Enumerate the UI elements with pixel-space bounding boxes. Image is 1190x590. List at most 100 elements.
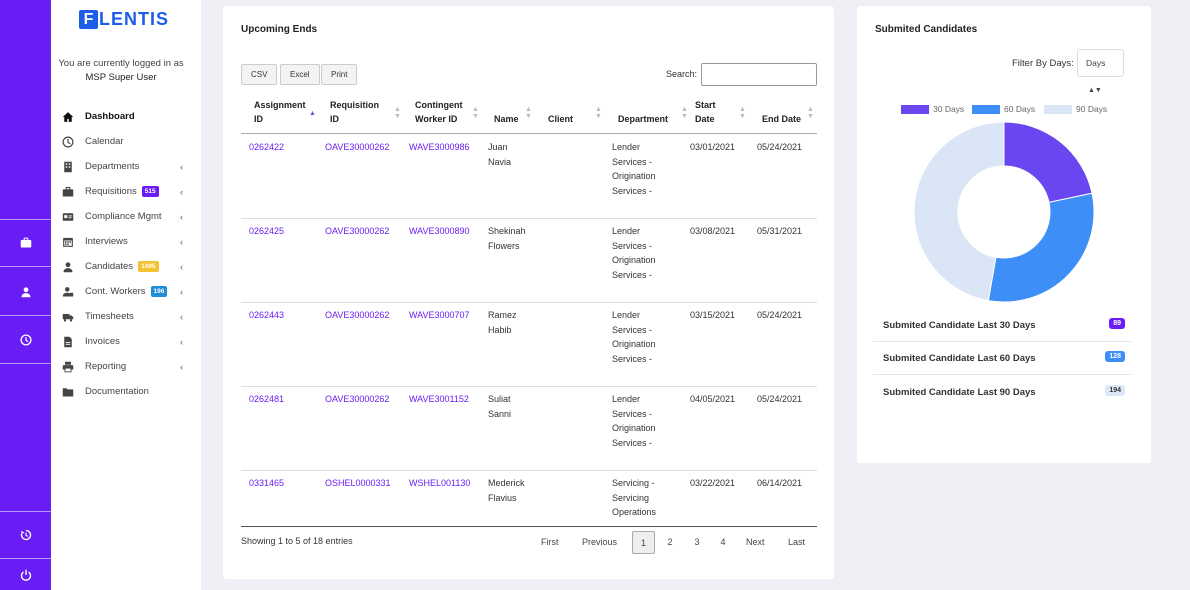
worker-name: Ramez Habib [488,310,517,335]
worker-id-link[interactable]: WAVE3000890 [409,224,470,239]
sidebar-item-reporting[interactable]: Reporting ‹ [61,354,191,379]
requisition-id-link[interactable]: OAVE30000262 [325,224,389,239]
end-date: 05/24/2021 [757,394,803,404]
assignment-id-link[interactable]: 0262481 [249,392,284,407]
sidebar-item-dashboard[interactable]: Dashboard [61,104,191,129]
column-header-requisition-id[interactable]: Requisition ID [330,98,379,126]
days-filter-select[interactable]: Days ▲▼ [1077,49,1124,94]
truck-icon [62,313,74,322]
history-icon [20,529,31,541]
table-header: Assignment ID ▲ Requisition ID ▲ ▼ Continge… [241,96,817,134]
sidebar-item-invoices[interactable]: Invoices ‹ [61,329,191,354]
legend-swatch [972,104,1000,114]
donut-slice-30-days[interactable] [1003,122,1093,203]
pagination-page-2[interactable]: 2 [665,531,675,554]
worker-name: Suliat Sanni [488,394,512,419]
csv-button[interactable]: CSV [241,64,278,85]
entries-info: Showing 1 to 5 of 18 entries [241,536,353,546]
id-card-icon [62,212,74,221]
column-header-end-date[interactable]: End Date [762,112,801,126]
column-header-client[interactable]: Client [548,112,573,126]
calendar-clock-icon [62,136,74,147]
assignment-id-link[interactable]: 0262422 [249,140,284,155]
legend-item-90[interactable]: 90 Days [1044,104,1107,114]
column-header-department[interactable]: Department [618,112,668,126]
search-label: Search: [666,69,698,79]
table-row: 0262481 OAVE30000262 WAVE3001152 Suliat S… [241,387,817,471]
pagination-first[interactable]: First [541,531,559,554]
pagination-next[interactable]: Next [746,531,765,554]
filter-label: Filter By Days: [1012,58,1074,69]
sidebar-item-calendar[interactable]: Calendar [61,129,191,154]
stat-label: Submited Candidate Last 90 Days [883,387,1036,398]
user-icon [63,261,73,272]
sidebar-item-interviews[interactable]: Interviews ‹ [61,229,191,254]
rail-user-button[interactable] [0,268,51,316]
worker-name: Shekinah Flowers [488,226,526,251]
pagination-page-3[interactable]: 3 [692,531,702,554]
sidebar-item-timesheets[interactable]: Timesheets ‹ [61,304,191,329]
sidebar-item-requisitions[interactable]: Requisitions 515 ‹ [61,179,191,204]
submitted-candidates-card: Submited Candidates Filter By Days: Days… [857,6,1151,463]
end-date: 06/14/2021 [757,478,803,488]
worker-id-link[interactable]: WAVE3000707 [409,308,470,323]
sidebar-item-documentation[interactable]: Documentation [61,379,191,404]
stat-row-90-days: Submited Candidate Last 90 Days 194 [873,376,1131,409]
sort-icon: ▲ ▼ [739,106,746,120]
flentis-logo[interactable]: F LENTIS [79,9,169,30]
department: Lender Services - Origination Services - [612,310,656,364]
sidebar-item-candidates[interactable]: Candidates 1495 ‹ [61,254,191,279]
sidebar: F LENTIS You are currently logged in as … [51,0,201,590]
department: Servicing - Servicing Operations [612,478,657,517]
column-header-start-date[interactable]: Start Date [695,98,716,126]
sidebar-item-cont-workers[interactable]: Cont. Workers 196 ‹ [61,279,191,304]
stat-count-badge: 194 [1105,385,1125,396]
table-row: 0331465 OSHEL0000331 WSHEL001130 Mederic… [241,471,817,526]
requisition-id-link[interactable]: OAVE30000262 [325,140,389,155]
sidebar-item-label: Invoices [85,336,120,347]
search-input[interactable] [701,63,817,86]
assignment-id-link[interactable]: 0331465 [249,476,284,491]
pagination-last[interactable]: Last [788,531,805,554]
print-button[interactable]: Print [321,64,358,85]
worker-id-link[interactable]: WSHEL001130 [409,476,470,491]
legend-item-60[interactable]: 60 Days [972,104,1035,114]
column-header-assignment-id[interactable]: Assignment ID [254,98,306,126]
department: Lender Services - Origination Services - [612,394,656,448]
legend-label: 30 Days [933,104,965,114]
rail-clock-button[interactable] [0,316,51,364]
user-role: MSP Super User [85,72,157,83]
pagination-page-1[interactable]: 1 [632,531,655,554]
start-date: 03/22/2021 [690,478,736,488]
rail-briefcase-button[interactable] [0,219,51,267]
requisition-id-link[interactable]: OAVE30000262 [325,392,389,407]
pagination-page-4[interactable]: 4 [718,531,728,554]
excel-button[interactable]: Excel [280,64,320,85]
pagination-previous[interactable]: Previous [582,531,617,554]
column-header-name[interactable]: Name [494,112,519,126]
legend-item-30[interactable]: 30 Days [901,104,964,114]
chevron-left-icon: ‹ [180,286,183,297]
donut-slice-60-days[interactable] [987,192,1094,302]
column-header-worker-id[interactable]: Contingent Worker ID [415,98,463,126]
table-row: 0262422 OAVE30000262 WAVE3000986 Juan Nav… [241,135,817,219]
sidebar-item-label: Cont. Workers [85,286,146,297]
stat-row-60-days: Submited Candidate Last 60 Days 128 [873,342,1131,375]
donut-slice-90-days[interactable] [914,122,1005,302]
sidebar-item-departments[interactable]: Departments ‹ [61,154,191,179]
sidebar-item-compliance[interactable]: Compliance Mgmt ‹ [61,204,191,229]
requisition-id-link[interactable]: OSHEL0000331 [325,476,391,491]
requisition-id-link[interactable]: OAVE30000262 [325,308,389,323]
sidebar-item-label: Compliance Mgmt [85,211,162,222]
icon-rail [0,0,51,590]
assignment-id-link[interactable]: 0262425 [249,224,284,239]
rail-power-button[interactable] [0,551,51,590]
sidebar-item-label: Reporting [85,361,127,372]
legend-swatch [1044,104,1072,114]
worker-id-link[interactable]: WAVE3001152 [409,392,469,407]
department: Lender Services - Origination Services - [612,226,656,280]
briefcase-icon [20,237,31,248]
assignment-id-link[interactable]: 0262443 [249,308,284,323]
worker-id-link[interactable]: WAVE3000986 [409,140,470,155]
upcoming-ends-card: Upcoming Ends CSV Excel Print Search: As… [223,6,834,579]
